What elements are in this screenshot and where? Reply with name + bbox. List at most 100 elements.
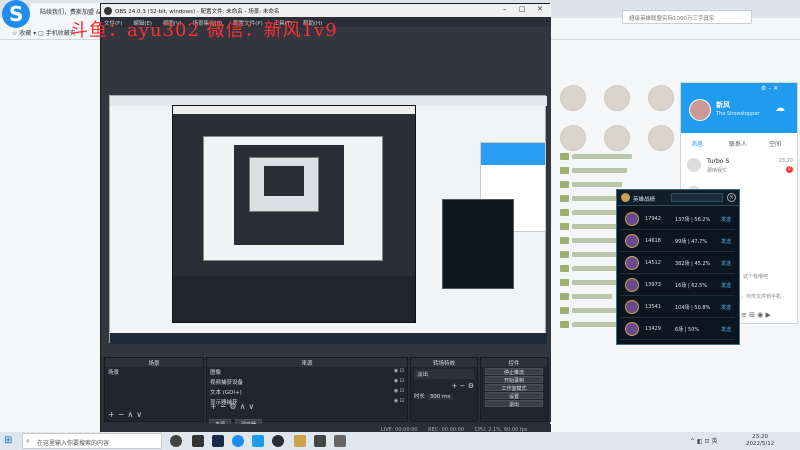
- table-row[interactable]: 13541 104场 | 50.8% 发送: [621, 298, 735, 318]
- list-icon: [560, 293, 569, 300]
- sources-dock-title: 来源: [207, 358, 407, 367]
- captured-lol-popup: [442, 199, 514, 289]
- send-button[interactable]: 发送: [721, 238, 731, 245]
- search-icon: ⌕: [26, 437, 30, 445]
- scene-item[interactable]: 场景: [105, 367, 203, 377]
- list-icon: [560, 251, 569, 258]
- list-icon: [560, 167, 569, 174]
- lol-app-icon[interactable]: [294, 435, 306, 447]
- qq-bottom-icons[interactable]: ≡ ⊞ ◉ ▶: [741, 311, 771, 319]
- start-recording-button[interactable]: 开始录制: [485, 376, 543, 384]
- transition-add-remove[interactable]: + − ⚙: [411, 381, 477, 391]
- sources-dock: 来源 图像 ◉ ⊡ 视频捕获设备 ◉ ⊡ 文本 (GDI+) ◉ ⊡ 显示器捕获 ◉ ⊡…: [206, 357, 408, 430]
- list-item[interactable]: Turbo S 那呐我忙 23:20 2: [681, 155, 797, 177]
- qq-app-icon[interactable]: [252, 435, 264, 447]
- stream-watermark: 斗鱼：ayu302 微信：新风1v9: [70, 20, 338, 41]
- eye-icon[interactable]: ◉ ⊡: [394, 378, 404, 384]
- minimize-icon[interactable]: –: [503, 5, 507, 13]
- source-item[interactable]: 文本 (GDI+) ◉ ⊡: [207, 387, 407, 397]
- clock[interactable]: 23:20 2022/5/12: [746, 434, 774, 448]
- list-item: [572, 210, 620, 215]
- captured-taskbar: [110, 333, 547, 344]
- captured-obs-docks: [173, 276, 415, 322]
- source-item[interactable]: 图像 ◉ ⊡: [207, 367, 407, 377]
- obs-app-icon[interactable]: [272, 435, 284, 447]
- champion-icon: [625, 212, 639, 226]
- maximize-icon[interactable]: □: [519, 5, 526, 13]
- lol-header: 英雄战绩 ×: [617, 190, 739, 206]
- close-icon[interactable]: ✕: [537, 5, 543, 13]
- settings-button[interactable]: 设置: [485, 392, 543, 400]
- avatar: [687, 158, 701, 172]
- eye-icon[interactable]: ◉ ⊡: [394, 388, 404, 394]
- record: 382场 | 45.2%: [675, 261, 711, 267]
- list-item: [572, 168, 627, 173]
- send-button[interactable]: 发送: [721, 282, 731, 289]
- controls-dock-title: 控件: [481, 358, 547, 367]
- avatar[interactable]: [689, 99, 711, 121]
- captured-screen: [109, 95, 547, 344]
- score: 17942: [645, 216, 661, 222]
- eye-icon[interactable]: ◉ ⊡: [394, 398, 404, 404]
- score: 13541: [645, 304, 661, 310]
- avatar: [648, 125, 674, 151]
- source-toolbar[interactable]: +−⚙∧∨: [210, 402, 257, 411]
- close-icon[interactable]: ×: [727, 193, 736, 202]
- list-icon: [560, 307, 569, 314]
- send-button[interactable]: 发送: [721, 216, 731, 223]
- score: 14618: [645, 238, 661, 244]
- table-row[interactable]: 17942 137场 | 56.2% 发送: [621, 210, 735, 230]
- app-icon[interactable]: [334, 435, 346, 447]
- lol-title: 英雄战绩: [633, 197, 656, 203]
- message-preview: ，可传文件到手机: [741, 294, 782, 300]
- table-row[interactable]: 14512 382场 | 45.2% 发送: [621, 254, 735, 274]
- source-item-label: 文本 (GDI+): [210, 390, 242, 396]
- stop-streaming-button[interactable]: 停止推流: [485, 368, 543, 376]
- app-icon[interactable]: [212, 435, 224, 447]
- window-controls-icon[interactable]: ⚙ – ✕: [761, 85, 778, 92]
- system-tray[interactable]: ^ ◧ ⊡ 英: [690, 436, 717, 445]
- tab-space[interactable]: 空间: [769, 139, 781, 148]
- send-button[interactable]: 发送: [721, 304, 731, 311]
- task-view-icon[interactable]: [170, 435, 182, 447]
- qq-username: 新风: [716, 101, 730, 109]
- table-row[interactable]: 13973 16场 | 62.5% 发送: [621, 276, 735, 296]
- studio-mode-button[interactable]: 工作室模式: [485, 384, 543, 392]
- score: 13973: [645, 282, 661, 288]
- table-row[interactable]: 13429 6场 | 50% 发送: [621, 320, 735, 340]
- champion-icon: [625, 322, 639, 336]
- transitions-dock-title: 转场特效: [411, 358, 477, 367]
- app-icon[interactable]: [192, 435, 204, 447]
- obs-title: OBS 24.0.3 (32-bit, windows) - 配置文件: 未命名…: [115, 9, 280, 15]
- record: 16场 | 62.5%: [675, 283, 708, 289]
- browser-app-icon[interactable]: [232, 435, 244, 447]
- start-icon[interactable]: ⊞: [4, 435, 16, 447]
- captured-qq-header: [481, 143, 545, 165]
- champion-icon: [625, 300, 639, 314]
- duration-input[interactable]: 300 ms: [426, 394, 454, 400]
- qq-signature: The Showstopper: [716, 111, 760, 117]
- list-item: [572, 238, 616, 243]
- scenes-dock: 场景 场景 +−∧∨: [104, 357, 204, 422]
- tab-contacts[interactable]: 联系人: [729, 139, 747, 148]
- captured-recursive-obs: [234, 145, 344, 245]
- duration-row: 时长 300 ms: [411, 391, 477, 401]
- list-icon: [560, 265, 569, 272]
- champion-icon: [625, 234, 639, 248]
- tab-messages[interactable]: 消息: [691, 139, 703, 148]
- obs-preview[interactable]: [101, 27, 551, 357]
- scene-toolbar[interactable]: +−∧∨: [108, 410, 145, 419]
- eye-icon[interactable]: ◉ ⊡: [394, 368, 404, 374]
- exit-button[interactable]: 退出: [485, 400, 543, 408]
- table-row[interactable]: 14618 99场 | 47.7% 发送: [621, 232, 735, 252]
- browser-logo-icon[interactable]: [2, 0, 30, 28]
- browser-search-input[interactable]: 超级英雄联盟实际1000万三字真实: [622, 10, 752, 24]
- source-item[interactable]: 视频捕获设备 ◉ ⊡: [207, 377, 407, 387]
- lol-search-input[interactable]: [671, 193, 723, 202]
- send-button[interactable]: 发送: [721, 326, 731, 333]
- transition-select[interactable]: 淡出: [414, 369, 474, 379]
- send-button[interactable]: 发送: [721, 260, 731, 267]
- app-icon[interactable]: [314, 435, 326, 447]
- taskbar-search-input[interactable]: ⌕ 在这里输入你要搜索的内容: [22, 433, 162, 449]
- champion-icon: [625, 278, 639, 292]
